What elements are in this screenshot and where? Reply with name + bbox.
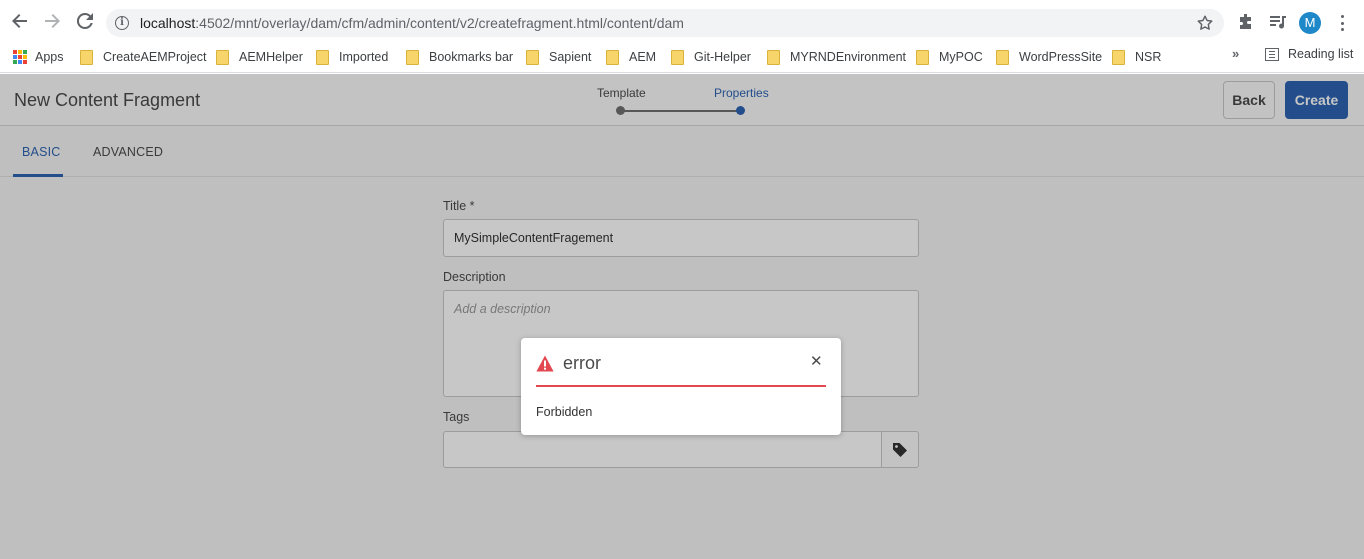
- bookmark-folder[interactable]: MYRNDEnvironment: [767, 48, 906, 66]
- bookmark-folder[interactable]: Bookmarks bar: [406, 48, 513, 66]
- url-path: :4502/mnt/overlay/dam/cfm/admin/content/…: [195, 15, 684, 31]
- bookmark-folder[interactable]: Sapient: [526, 48, 591, 66]
- folder-icon: [767, 49, 780, 65]
- bookmark-folder[interactable]: NSR: [1112, 48, 1161, 66]
- reload-icon[interactable]: [74, 10, 96, 32]
- bookmark-label: CreateAEMProject: [103, 50, 207, 64]
- extensions-puzzle-icon[interactable]: [1236, 12, 1256, 32]
- dialog-message: Forbidden: [536, 405, 593, 419]
- folder-icon: [916, 49, 929, 65]
- folder-icon: [1112, 49, 1125, 65]
- folder-icon: [671, 49, 684, 65]
- folder-icon: [526, 49, 539, 65]
- bookmark-folder[interactable]: WordPressSite: [996, 48, 1102, 66]
- bookmark-label: AEM: [629, 50, 657, 64]
- folder-icon: [996, 49, 1009, 65]
- folder-icon: [80, 49, 93, 65]
- bookmark-label: MYRNDEnvironment: [790, 50, 907, 64]
- profile-avatar[interactable]: M: [1299, 12, 1321, 34]
- browser-menu-icon[interactable]: [1336, 13, 1348, 33]
- reading-list-label: Reading list: [1288, 47, 1354, 61]
- back-arrow-icon[interactable]: [9, 10, 31, 32]
- reading-list-button[interactable]: Reading list: [1265, 47, 1353, 61]
- folder-icon: [606, 49, 619, 65]
- bookmark-folder[interactable]: AEMHelper: [216, 48, 303, 66]
- bookmark-label: Imported: [339, 50, 389, 64]
- dialog-divider: [536, 385, 826, 387]
- bookmark-folder[interactable]: MyPOC: [916, 48, 983, 66]
- bookmark-apps[interactable]: Apps: [13, 48, 64, 66]
- bookmark-star-icon[interactable]: [1196, 14, 1214, 32]
- dialog-title: error: [563, 353, 602, 373]
- bookmark-label: AEMHelper: [239, 50, 303, 64]
- folder-icon: [406, 49, 419, 65]
- browser-toolbar: i localhost:4502/mnt/overlay/dam/cfm/adm…: [0, 0, 1364, 41]
- apps-grid-icon: [13, 50, 27, 64]
- url-text[interactable]: localhost:4502/mnt/overlay/dam/cfm/admin…: [140, 15, 684, 31]
- bookmark-label: Bookmarks bar: [429, 50, 514, 64]
- bookmark-label: Git-Helper: [694, 50, 751, 64]
- forward-arrow-icon[interactable]: [41, 10, 63, 32]
- reading-list-icon: [1265, 47, 1279, 61]
- media-queue-icon[interactable]: [1268, 12, 1288, 32]
- url-host: localhost: [140, 15, 196, 31]
- bookmark-folder[interactable]: AEM: [606, 48, 656, 66]
- bookmarks-bar: Apps CreateAEMProject AEMHelper Imported…: [0, 41, 1364, 73]
- bookmark-folder[interactable]: Imported: [316, 48, 388, 66]
- folder-icon: [216, 49, 229, 65]
- site-info-icon[interactable]: i: [115, 16, 129, 30]
- bookmark-label: WordPressSite: [1019, 50, 1103, 64]
- alert-triangle-icon: [536, 355, 554, 372]
- modal-backdrop: [0, 74, 1364, 559]
- bookmark-label: NSR: [1135, 50, 1162, 64]
- bookmark-label: MyPOC: [939, 50, 983, 64]
- address-bar[interactable]: i localhost:4502/mnt/overlay/dam/cfm/adm…: [106, 9, 1224, 37]
- bookmark-folder[interactable]: Git-Helper: [671, 48, 751, 66]
- bookmark-label: Apps: [35, 50, 64, 64]
- error-dialog: error ✕ Forbidden: [521, 338, 841, 435]
- folder-icon: [316, 49, 329, 65]
- more-bookmarks-button[interactable]: »: [1232, 46, 1239, 61]
- bookmark-folder[interactable]: CreateAEMProject: [80, 48, 207, 66]
- bookmark-label: Sapient: [549, 50, 592, 64]
- close-icon[interactable]: ✕: [810, 354, 823, 369]
